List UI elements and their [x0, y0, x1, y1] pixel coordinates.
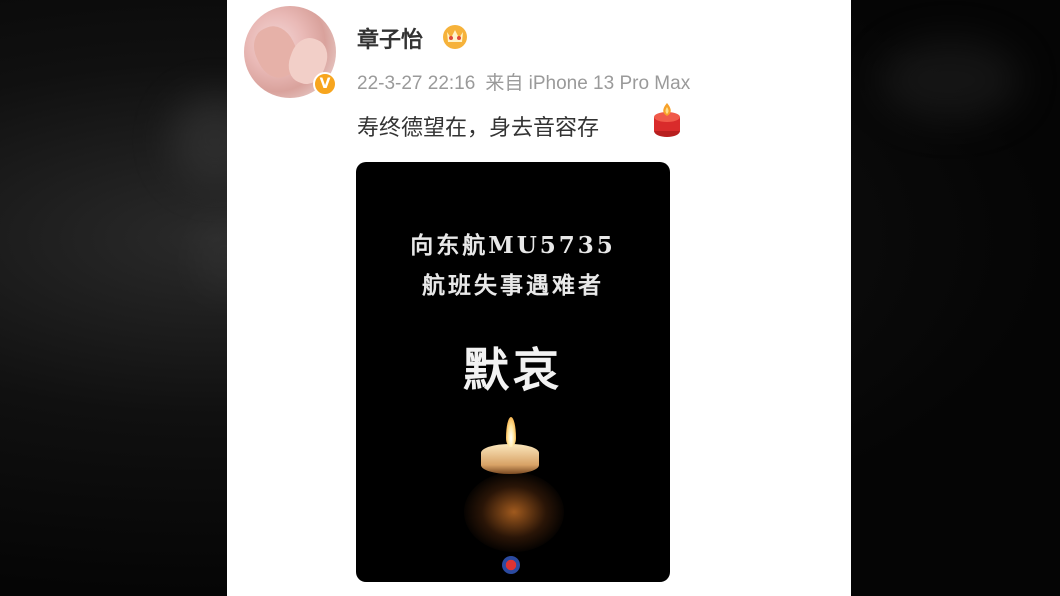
post-meta: 22-3-27 22:16 来自 iPhone 13 Pro Max — [357, 68, 690, 95]
watermark-logo-icon — [502, 556, 520, 574]
post-image[interactable]: 向东航MU5735 航班失事遇难者 默哀 — [356, 162, 670, 582]
timestamp[interactable]: 22-3-27 22:16 — [357, 73, 475, 94]
candle-glow — [464, 472, 564, 552]
post-text: 寿终德望在，身去音容存 — [357, 116, 600, 141]
flame-icon — [506, 417, 516, 447]
tealight-candle — [481, 444, 539, 474]
username[interactable]: 章子怡 — [357, 22, 423, 54]
crown-icon — [443, 25, 467, 49]
verified-icon: V — [313, 72, 337, 96]
image-text-line1: 向东航MU5735 — [410, 232, 616, 259]
weibo-post-card: V 章子怡 22-3-27 22:16 来自 iPhone 13 Pro Max … — [227, 0, 851, 596]
image-title: 默哀 — [463, 343, 563, 397]
image-text-line2: 航班失事遇难者 — [422, 272, 604, 299]
source-device: 来自 iPhone 13 Pro Max — [485, 73, 691, 94]
candle-icon — [654, 103, 680, 137]
